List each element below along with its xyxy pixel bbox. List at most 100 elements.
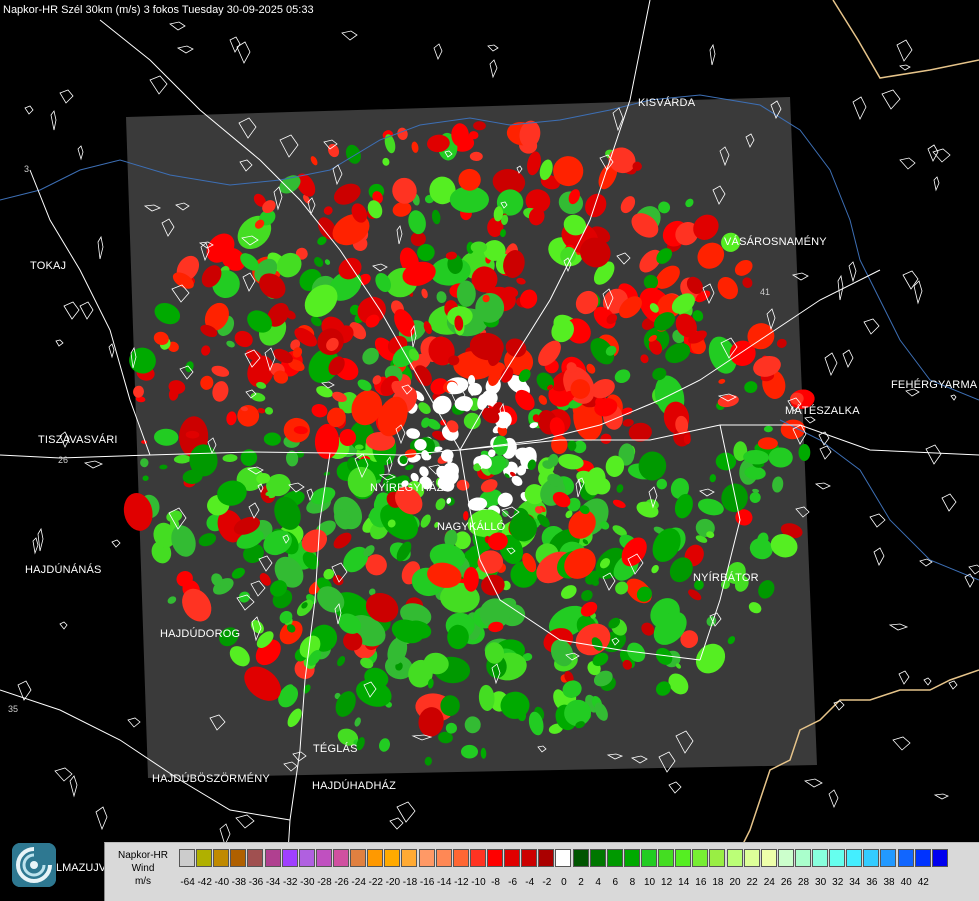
legend-swatch [812,849,829,867]
legend-tick-label: -30 [300,877,315,888]
radar-echo [567,440,577,451]
road-number-41: 41 [760,287,770,297]
legend-swatch [640,849,657,867]
city-label-kisvarda: KISVÁRDA [638,97,696,109]
city-label-nyirbator: NYÍRBÁTOR [693,572,759,584]
city-label-nyiregyhaza: NYÍREGYHÁZA [370,482,452,494]
legend-tick-label: -2 [542,877,552,888]
legend-swatch [418,849,435,867]
legend-swatch [589,849,606,867]
color-legend: Napkor-HR Wind m/s -64 -42 -40 -38 -36 -34 -32… [104,842,979,901]
legend-swatch [452,849,469,867]
legend-swatch [914,849,931,867]
city-label-tokaj: TOKAJ [30,260,67,272]
legend-swatch [230,849,247,867]
legend-tick-label: 10 [643,877,656,888]
legend-swatch [794,849,811,867]
legend-swatch [367,849,384,867]
legend-product: Napkor-HR [117,850,168,861]
legend-swatch [384,849,401,867]
radar-echo [463,566,479,592]
city-label-hajdudorog: HAJDÚDOROG [160,628,241,640]
map-title: Napkor-HR Szél 30km (m/s) 3 fokos Tuesda… [3,4,314,16]
legend-swatch [880,849,897,867]
legend-swatch [743,849,760,867]
legend-swatch [332,849,349,867]
legend-swatch [931,849,948,867]
legend-tick-label: -26 [334,877,349,888]
radar-echo [414,438,427,451]
legend-swatch [897,849,914,867]
city-label-vasarosnameny: VÁSÁROSNAMÉNY [724,236,827,248]
legend-title: Napkor-HR Wind m/s [108,849,178,888]
legend-swatches [179,849,949,869]
legend-tick-label: 0 [561,877,567,888]
legend-tick-label: -38 [231,877,247,888]
legend-swatch [555,849,572,867]
legend-tick-label: 32 [832,877,844,888]
city-label-hajduboszormeny: HAJDÚBÖSZÖRMÉNY [152,773,270,785]
legend-swatch [247,849,264,867]
legend-tick-label: 22 [746,877,758,888]
legend-tick-label: -40 [214,877,229,888]
radar-map: 26 41 35 3 [0,0,979,900]
legend-swatch [298,849,315,867]
legend-tick-label: -4 [525,877,535,888]
legend-quantity: Wind [131,863,155,874]
legend-swatch [435,849,452,867]
legend-tick-label: -20 [385,877,401,888]
legend-swatch [846,849,863,867]
legend-swatch [213,849,230,867]
legend-swatch [264,849,281,867]
legend-tick-label: -42 [197,877,212,888]
legend-tick-label: 20 [729,877,741,888]
legend-tick-label: 38 [883,877,895,888]
road-number-3: 3 [24,164,29,174]
legend-swatch [726,849,743,867]
legend-tick-label: -32 [282,877,298,888]
legend-swatch [196,849,213,867]
legend-tick-label: -8 [491,877,500,888]
legend-tick-label: -6 [508,877,518,888]
legend-swatch [777,849,794,867]
legend-swatch [623,849,640,867]
legend-tick-label: -14 [436,877,452,888]
legend-tick-label: -12 [454,877,469,888]
city-label-nagykallo: NAGYKÁLLÓ [437,521,506,533]
legend-tick-label: 36 [866,877,878,888]
city-label-fehergyarmat: FEHÉRGYARMA [891,379,978,391]
legend-swatch [401,849,418,867]
legend-swatch [692,849,709,867]
legend-tick-label: 24 [763,877,775,888]
radar-echo [461,744,478,759]
legend-tick-label: 30 [815,877,827,888]
legend-tick-label: 2 [578,877,584,888]
legend-tick-label: -24 [351,877,366,888]
legend-tick-label: 42 [917,877,929,888]
legend-swatch [281,849,298,867]
legend-swatch [863,849,880,867]
legend-swatch [658,849,675,867]
legend-tick-label: 6 [612,877,619,888]
legend-swatch [606,849,623,867]
legend-ticks: -64 -42 -40 -38 -36 -34 -32 -30 -28 -26 -24 -22 -20-… [179,877,932,891]
legend-tick-label: 8 [629,877,636,888]
legend-tick-label: 14 [678,877,690,888]
legend-tick-label: 26 [780,877,792,888]
legend-tick-label: -22 [368,877,383,888]
legend-tick-label: 4 [595,877,601,888]
city-label-mateszalka: MÁTÉSZALKA [785,405,860,417]
legend-swatch [486,849,503,867]
legend-tick-label: -34 [265,877,281,888]
legend-swatch [760,849,777,867]
legend-swatch [521,849,538,867]
legend-tick-label: 34 [849,877,861,888]
legend-swatch [315,849,332,867]
city-label-tiszavasvari: TISZAVASVÁRI [38,434,118,446]
legend-swatch [538,849,555,867]
legend-tick-label: -10 [471,877,486,888]
legend-swatch [179,849,195,867]
legend-tick-label: -64 [180,877,195,888]
legend-swatch [504,849,521,867]
city-label-hajduhadhaz: HAJDÚHADHÁZ [312,780,397,792]
